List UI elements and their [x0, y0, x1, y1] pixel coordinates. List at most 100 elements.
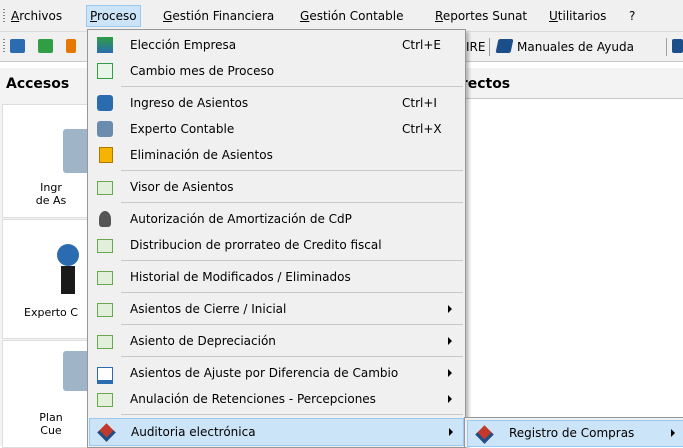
menu-separator: [121, 170, 463, 171]
audit-icon: [97, 423, 116, 442]
menu-item-label: Ingreso de Asientos: [130, 96, 249, 110]
menu-item-label: Eliminación de Asientos: [130, 148, 273, 162]
menu-gestion-financiera-label: estión Financiera: [172, 9, 275, 23]
tile-label-line2: de As: [35, 194, 67, 207]
entry-icon: [97, 95, 113, 111]
menu-item-label: Asientos de Ajuste por Diferencia de Cam…: [130, 366, 399, 380]
submenu-arrow-icon: [448, 305, 452, 313]
menu-separator: [121, 86, 463, 87]
menu-item-shortcut: Ctrl+I: [402, 96, 437, 110]
menu-archivos-mnemonic: A: [11, 9, 20, 23]
menu-proceso-label: roceso: [97, 9, 137, 23]
menu-item-asientos-cierre[interactable]: Asientos de Cierre / Inicial: [89, 296, 464, 322]
menu-gestion-contable-mnemonic: G: [300, 9, 310, 23]
tool-icon[interactable]: [66, 39, 76, 53]
expert-icon: [57, 244, 79, 266]
menu-reportes-sunat-label: eportes Sunat: [442, 9, 528, 23]
menu-item-label: Cambio mes de Proceso: [130, 64, 275, 78]
menu-item-label: Experto Contable: [130, 122, 235, 136]
toolbar-grip[interactable]: [3, 39, 5, 53]
submenu-arrow-icon: [448, 337, 452, 345]
menu-item-visor-asientos[interactable]: Visor de Asientos: [89, 174, 464, 200]
menu-bar: Archivos Proceso Gestión Financiera Gest…: [0, 0, 683, 32]
menu-item-label: Distribucion de prorrateo de Credito fis…: [130, 238, 382, 252]
menu-gestion-financiera[interactable]: Gestión Financiera: [160, 6, 277, 26]
menu-item-eliminacion-asientos[interactable]: Eliminación de Asientos: [89, 142, 464, 168]
menu-item-anulacion-retenciones[interactable]: Anulación de Retenciones - Percepciones: [89, 386, 464, 412]
menu-item-label: Anulación de Retenciones - Percepciones: [130, 392, 376, 406]
list-icon: [97, 271, 113, 285]
menu-separator: [121, 324, 463, 325]
toolbar-overflow-icon[interactable]: [672, 39, 683, 53]
toolbar-partial-label[interactable]: IRE: [466, 38, 485, 56]
tile-label-line1: Experto C: [24, 306, 78, 319]
submenu-arrow-icon: [671, 429, 675, 437]
menu-archivos-label: rchivos: [19, 9, 63, 23]
menu-archivos[interactable]: Archivos: [8, 6, 65, 26]
menu-item-shortcut: Ctrl+X: [402, 122, 442, 136]
menu-item-label: Elección Empresa: [130, 38, 237, 52]
menu-separator: [121, 356, 463, 357]
menu-item-autorizacion-amortizacion[interactable]: Autorización de Amortización de CdP: [89, 206, 464, 232]
menu-item-label: Historial de Modificados / Eliminados: [130, 270, 351, 284]
menu-proceso[interactable]: Proceso: [86, 5, 141, 27]
toolbar-separator: [666, 38, 667, 56]
menu-item-experto-contable[interactable]: Experto Contable Ctrl+X: [89, 116, 464, 142]
accesos-panel: Accesos Ingr de As Experto C Plan Cue: [0, 68, 101, 448]
menu-gestion-financiera-mnemonic: G: [163, 9, 173, 23]
company-icon: [97, 37, 113, 53]
menu-item-label: Visor de Asientos: [130, 180, 234, 194]
calendar-icon: [97, 63, 113, 79]
menu-item-eleccion-empresa[interactable]: Elección Empresa Ctrl+E: [89, 32, 464, 58]
menu-reportes-sunat[interactable]: Reportes Sunat: [432, 6, 530, 26]
menubar-grip[interactable]: [3, 9, 5, 23]
users-icon[interactable]: [10, 39, 25, 53]
manuales-ayuda-button[interactable]: Manuales de Ayuda: [517, 38, 634, 56]
tile-ingreso-asientos[interactable]: Ingr de As: [2, 104, 100, 218]
spreadsheet-icon[interactable]: [38, 39, 53, 53]
menu-gestion-contable-label: estión Contable: [309, 9, 404, 23]
menu-item-historial-modificados[interactable]: Historial de Modificados / Eliminados: [89, 264, 464, 290]
menu-item-label: Autorización de Amortización de CdP: [130, 212, 352, 226]
user-icon: [99, 211, 111, 227]
menu-reportes-sunat-mnemonic: R: [435, 9, 443, 23]
menu-item-ajuste-diferencia-cambio[interactable]: Asientos de Ajuste por Diferencia de Cam…: [89, 360, 464, 386]
menu-item-label: Asientos de Cierre / Inicial: [130, 302, 287, 316]
menu-separator: [121, 202, 463, 203]
submenu-item-registro-compras[interactable]: Registro de Compras: [467, 420, 683, 447]
submenu-arrow-icon: [448, 369, 452, 377]
menu-utilitarios-mnemonic: U: [549, 9, 558, 23]
expert-icon: [97, 121, 113, 137]
menu-separator: [121, 292, 463, 293]
menu-item-ingreso-asientos[interactable]: Ingreso de Asientos Ctrl+I: [89, 90, 464, 116]
menu-item-auditoria-electronica[interactable]: Auditoria electrónica: [89, 418, 464, 446]
menu-item-label: Auditoria electrónica: [131, 425, 256, 439]
list-icon: [97, 303, 113, 317]
person-icon: [61, 266, 75, 294]
tile-plan-cuentas[interactable]: Plan Cue: [2, 340, 100, 448]
menu-separator: [121, 260, 463, 261]
proceso-dropdown-menu: Elección Empresa Ctrl+E Cambio mes de Pr…: [87, 29, 466, 448]
submenu-arrow-icon: [448, 395, 452, 403]
menu-separator: [121, 414, 463, 415]
menu-proceso-mnemonic: P: [90, 9, 98, 23]
menu-utilitarios[interactable]: Utilitarios: [546, 6, 609, 26]
book-icon: [495, 39, 514, 53]
menu-utilitarios-label: tilitarios: [557, 9, 607, 23]
menu-item-label: Asiento de Depreciación: [130, 334, 276, 348]
toolbar-separator: [489, 38, 490, 56]
chart-icon: [97, 367, 113, 384]
menu-item-shortcut: Ctrl+E: [402, 38, 441, 52]
submenu-item-label: Registro de Compras: [509, 426, 635, 440]
menu-help[interactable]: ?: [626, 6, 638, 26]
menu-item-cambio-mes[interactable]: Cambio mes de Proceso: [89, 58, 464, 84]
menu-gestion-contable[interactable]: Gestión Contable: [297, 6, 406, 26]
audit-icon: [475, 425, 494, 444]
list-icon: [97, 335, 113, 349]
menu-item-asiento-depreciacion[interactable]: Asiento de Depreciación: [89, 328, 464, 354]
list-icon: [97, 393, 113, 407]
accesos-title: Accesos: [6, 76, 70, 92]
tile-experto-contable[interactable]: Experto C: [2, 219, 100, 339]
menu-item-distribucion-prorrateo[interactable]: Distribucion de prorrateo de Credito fis…: [89, 232, 464, 258]
tile-label-line2: Cue: [40, 424, 62, 437]
